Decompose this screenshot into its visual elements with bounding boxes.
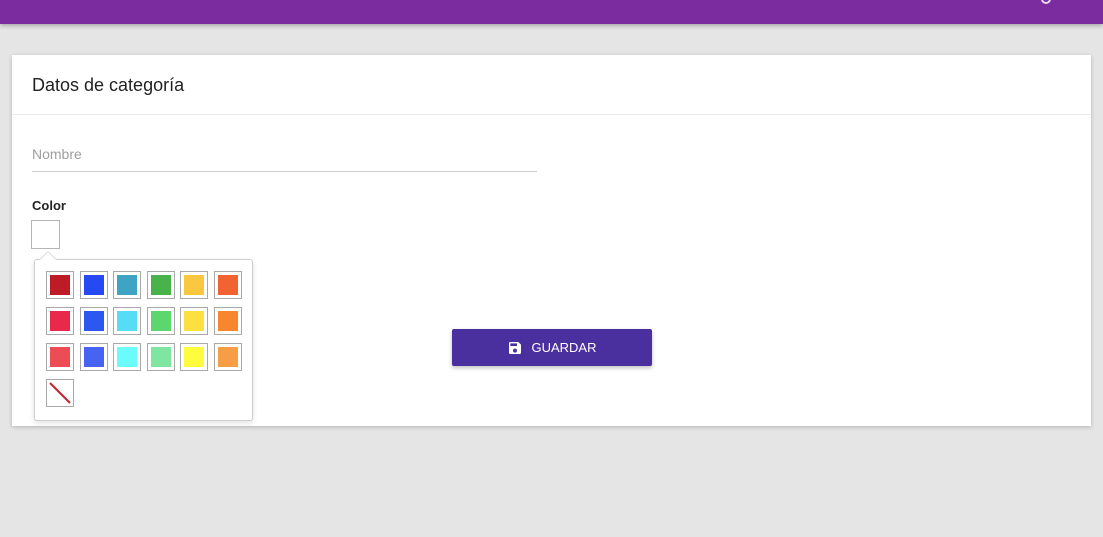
- swatch-fill: [117, 275, 137, 295]
- color-swatch[interactable]: [213, 271, 242, 299]
- color-swatch[interactable]: [46, 343, 74, 371]
- name-input[interactable]: [32, 141, 537, 162]
- swatch-fill: [184, 311, 204, 331]
- color-swatch[interactable]: [46, 271, 74, 299]
- color-swatch[interactable]: [79, 307, 108, 335]
- color-swatch[interactable]: [113, 307, 141, 335]
- color-swatch[interactable]: [146, 307, 175, 335]
- swatch-fill: [50, 347, 70, 367]
- floppy-disk-icon: [507, 340, 523, 356]
- color-swatch[interactable]: [180, 271, 208, 299]
- color-swatch[interactable]: [180, 343, 208, 371]
- swatch-fill: [150, 275, 171, 295]
- swatch-fill: [83, 311, 104, 331]
- name-field[interactable]: [32, 141, 537, 172]
- swatch-fill: [184, 275, 204, 295]
- save-button[interactable]: GUARDAR: [452, 329, 652, 366]
- account-icon[interactable]: [1041, 0, 1051, 4]
- no-color-icon: [49, 382, 71, 404]
- swatch-fill: [150, 311, 171, 331]
- swatch-fill: [117, 311, 137, 331]
- color-palette-popover: [34, 251, 253, 421]
- swatch-fill: [83, 347, 104, 367]
- swatch-fill: [217, 311, 238, 331]
- swatch-fill: [83, 275, 104, 295]
- popover-arrow: [39, 251, 57, 260]
- color-swatch[interactable]: [79, 343, 108, 371]
- swatch-fill: [217, 275, 238, 295]
- top-app-bar: [0, 0, 1103, 24]
- color-swatch[interactable]: [213, 343, 242, 371]
- color-swatch[interactable]: [146, 343, 175, 371]
- color-swatch[interactable]: [146, 271, 175, 299]
- color-swatch[interactable]: [113, 271, 141, 299]
- color-swatch[interactable]: [46, 307, 74, 335]
- swatch-fill: [50, 275, 70, 295]
- page-title: Datos de categoría: [32, 75, 185, 95]
- swatch-fill: [117, 347, 137, 367]
- color-swatch[interactable]: [113, 343, 141, 371]
- swatch-fill: [150, 347, 171, 367]
- swatch-fill: [184, 347, 204, 367]
- color-picker-trigger[interactable]: [31, 220, 60, 249]
- category-card: Datos de categoría Color GUARDAR: [12, 55, 1091, 426]
- no-color-swatch[interactable]: [46, 379, 74, 407]
- color-swatch[interactable]: [79, 271, 108, 299]
- color-swatch[interactable]: [180, 307, 208, 335]
- save-button-label: GUARDAR: [531, 340, 597, 355]
- swatch-fill: [50, 311, 70, 331]
- color-label: Color: [32, 198, 66, 213]
- swatch-fill: [217, 347, 238, 367]
- color-swatch[interactable]: [213, 307, 242, 335]
- card-header: Datos de categoría: [12, 55, 1091, 115]
